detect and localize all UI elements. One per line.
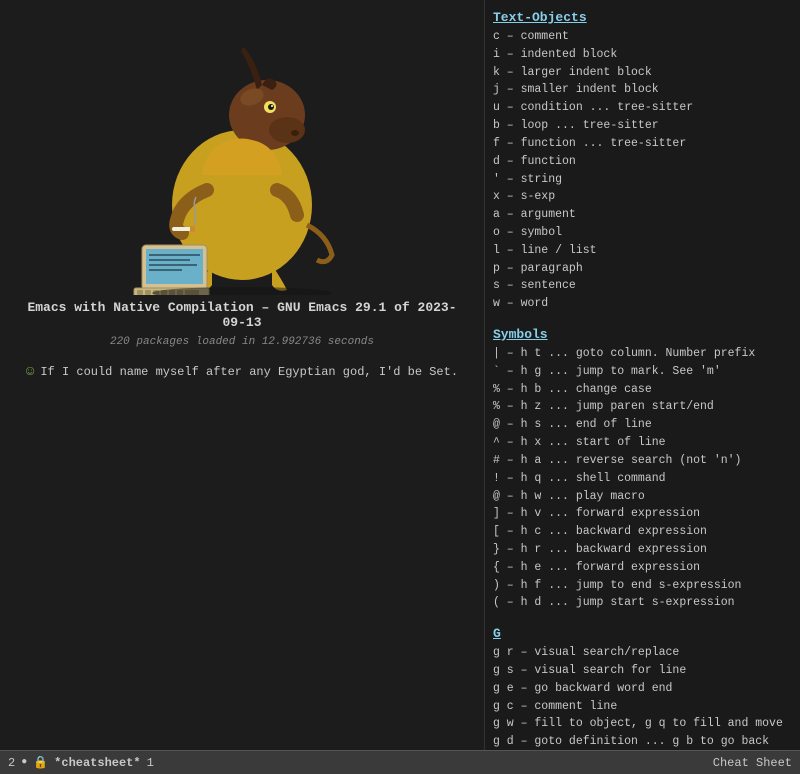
list-item: ^ – h x ... start of line [493, 434, 792, 452]
section-title-g: G [493, 626, 792, 641]
list-item: l – line / list [493, 242, 792, 260]
list-item: ! – h q ... shell command [493, 470, 792, 488]
list-item: % – h b ... change case [493, 381, 792, 399]
list-item: g c – comment line [493, 698, 792, 716]
list-item: x – s-exp [493, 188, 792, 206]
list-item: w – word [493, 295, 792, 313]
list-item: ) – h f ... jump to end s-expression [493, 577, 792, 595]
list-item: % – h z ... jump paren start/end [493, 398, 792, 416]
status-dot: ● [21, 757, 27, 768]
fortune-icon: ☺ [26, 364, 34, 380]
left-panel: Emacs with Native Compilation – GNU Emac… [0, 0, 485, 750]
list-item: a – argument [493, 206, 792, 224]
list-item: c – comment [493, 28, 792, 46]
list-item: d – function [493, 153, 792, 171]
status-num2: 1 [147, 756, 154, 770]
list-item: @ – h w ... play macro [493, 488, 792, 506]
list-item: [ – h c ... backward expression [493, 523, 792, 541]
list-item: g e – go backward word end [493, 680, 792, 698]
list-item: g r – visual search/replace [493, 644, 792, 662]
list-item: g d – goto definition ... g b to go back [493, 733, 792, 750]
list-item: g w – fill to object, g q to fill and mo… [493, 715, 792, 733]
list-item: ` – h g ... jump to mark. See 'm' [493, 363, 792, 381]
list-item: s – sentence [493, 277, 792, 295]
list-item: o – symbol [493, 224, 792, 242]
section-title-symbols: Symbols [493, 327, 792, 342]
list-item: k – larger indent block [493, 64, 792, 82]
list-item: ( – h d ... jump start s-expression [493, 594, 792, 612]
fortune-line: ☺ If I could name myself after any Egypt… [26, 364, 458, 380]
status-bar: 2 ● 🔒 *cheatsheet* 1 Cheat Sheet [0, 750, 800, 774]
section-title-text-objects: Text-Objects [493, 10, 792, 25]
list-item: } – h r ... backward expression [493, 541, 792, 559]
list-item: i – indented block [493, 46, 792, 64]
list-item: f – function ... tree-sitter [493, 135, 792, 153]
list-item: g s – visual search for line [493, 662, 792, 680]
list-item: u – condition ... tree-sitter [493, 99, 792, 117]
list-item: { – h e ... forward expression [493, 559, 792, 577]
status-num: 2 [8, 756, 15, 770]
emacs-subtitle: 220 packages loaded in 12.992736 seconds [110, 336, 374, 348]
emacs-title: Emacs with Native Compilation – GNU Emac… [20, 300, 464, 330]
status-buffer: *cheatsheet* [54, 756, 140, 770]
right-panel[interactable]: Text-Objects c – comment i – indented bl… [485, 0, 800, 750]
fortune-text: If I could name myself after any Egyptia… [40, 365, 458, 379]
list-item: | – h t ... goto column. Number prefix [493, 345, 792, 363]
gnu-mascot [102, 20, 382, 300]
list-item: @ – h s ... end of line [493, 416, 792, 434]
list-item: b – loop ... tree-sitter [493, 117, 792, 135]
list-item: # – h a ... reverse search (not 'n') [493, 452, 792, 470]
list-item: j – smaller indent block [493, 81, 792, 99]
list-item: p – paragraph [493, 260, 792, 278]
list-item: ' – string [493, 171, 792, 189]
list-item: ] – h v ... forward expression [493, 505, 792, 523]
status-right-label: Cheat Sheet [713, 756, 792, 770]
main-area: Emacs with Native Compilation – GNU Emac… [0, 0, 800, 750]
status-lock-icon: 🔒 [33, 755, 48, 770]
